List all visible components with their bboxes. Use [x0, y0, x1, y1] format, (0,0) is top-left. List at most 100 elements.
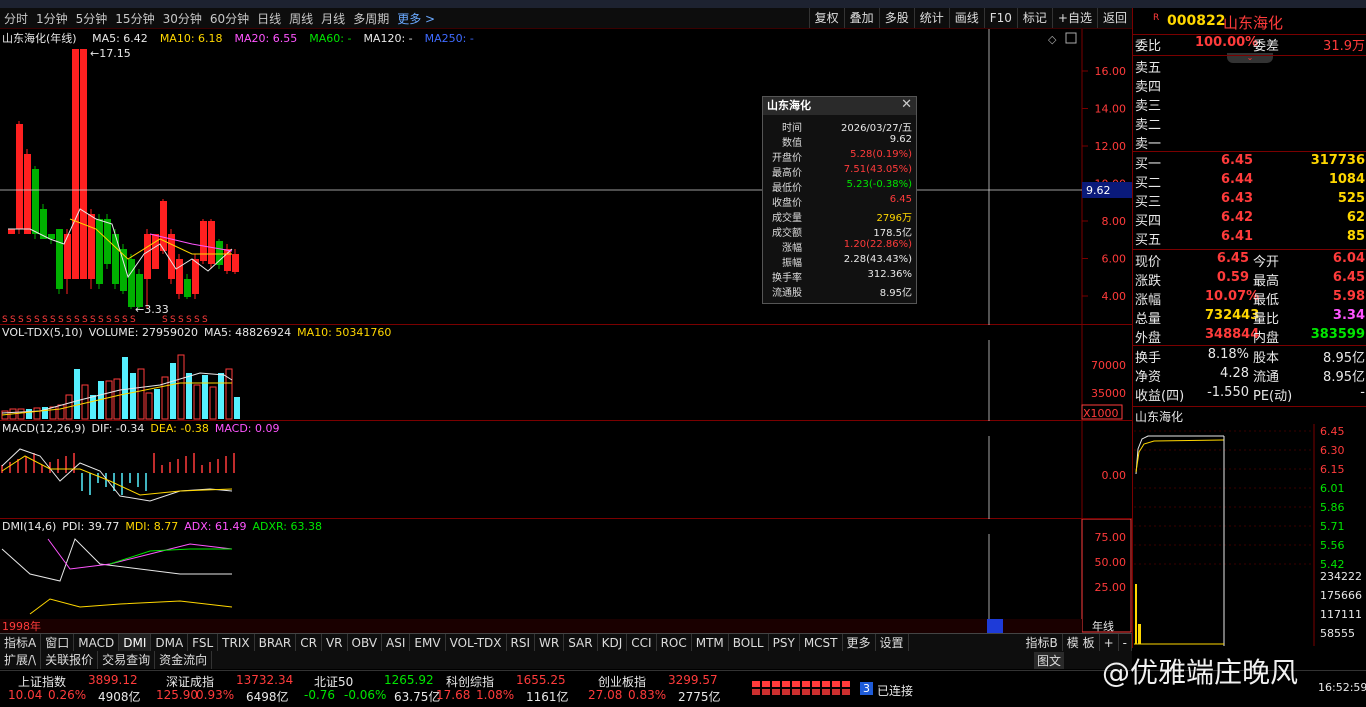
main-kline-panel[interactable]: 山东海化(年线) MA5: 6.42 MA10: 6.18 MA20: 6.55 MA… [0, 29, 1132, 325]
indicator-tab-19[interactable]: ROC [657, 634, 692, 652]
indicator-tab-4[interactable]: DMA [151, 634, 189, 652]
sub-tab-1[interactable]: 关联报价 [41, 651, 99, 669]
kline-chart[interactable]: 16.0014.0012.0010.008.006.004.00←17.15←3… [0, 29, 1132, 325]
volume-bar [137, 368, 145, 420]
fin-key: 股本 [1253, 351, 1280, 366]
indicator-tab-21[interactable]: BOLL [729, 634, 769, 652]
indicator-right-3[interactable]: - [1119, 634, 1132, 652]
period-label: 年线 [1092, 619, 1114, 633]
tooltip-key: 成交额 [772, 228, 802, 239]
period-tab-7[interactable]: 周线 [285, 10, 317, 27]
tool-button-7[interactable]: +自选 [1051, 8, 1097, 28]
period-tab-9[interactable]: 多周期 [349, 10, 393, 27]
mini-vol-tick: 234222 [1320, 570, 1362, 583]
indicator-tab-2[interactable]: MACD [74, 634, 120, 652]
tooltip-row: 换手率 312.36% [763, 269, 916, 284]
indicator-tab-14[interactable]: RSI [507, 634, 536, 652]
mini-vol-tick: 175666 [1320, 589, 1362, 602]
s-marker: S [42, 315, 48, 325]
indicator-right-2[interactable]: + [1100, 634, 1119, 652]
period-tab-0[interactable]: 分时 [0, 10, 32, 27]
graphic-tab[interactable]: 图文 [1034, 652, 1065, 669]
volume-bar [105, 380, 113, 420]
buy-row: 买三 6.43 525 [1135, 191, 1365, 210]
indicator-tab-23[interactable]: MCST [800, 634, 843, 652]
period-tab-2[interactable]: 5分钟 [72, 10, 112, 27]
indicator-tab-25[interactable]: 设置 [876, 634, 909, 652]
sub-tab-2[interactable]: 交易查询 [98, 651, 156, 669]
period-tab-5[interactable]: 60分钟 [206, 10, 253, 27]
period-tab-4[interactable]: 30分钟 [159, 10, 206, 27]
tool-button-0[interactable]: 复权 [808, 8, 844, 28]
indicator-tab-20[interactable]: MTM [692, 634, 729, 652]
indicator-tab-22[interactable]: PSY [769, 634, 800, 652]
indicator-tab-3[interactable]: DMI [119, 634, 152, 652]
candle-body [232, 254, 239, 272]
mini-avg-line [1135, 439, 1225, 473]
indicator-tab-5[interactable]: FSL [188, 634, 219, 652]
sell-row: 卖五 [1135, 57, 1365, 76]
tool-button-5[interactable]: F10 [983, 8, 1017, 28]
y-tick-label: 12.00 [1095, 140, 1127, 153]
volume-chart[interactable]: 70000 35000 X1000 [0, 325, 1132, 421]
volume-bar [90, 395, 96, 419]
sub-tab-0[interactable]: 扩展/\ [0, 651, 42, 669]
candle-body [144, 234, 151, 279]
more-periods-button[interactable]: 更多 > [393, 10, 439, 27]
indicator-tab-13[interactable]: VOL-TDX [446, 634, 507, 652]
sell-label: 卖三 [1135, 99, 1162, 114]
quote-row: 涨跌 0.59 最高 6.45 [1135, 270, 1365, 289]
tool-button-1[interactable]: 叠加 [843, 8, 879, 28]
indicator-tab-12[interactable]: EMV [410, 634, 446, 652]
indicator-tab-10[interactable]: OBV [348, 634, 383, 652]
indicator-tab-7[interactable]: BRAR [255, 634, 297, 652]
tool-button-8[interactable]: 返回 [1096, 8, 1132, 28]
stock-name: 山东海化 [1223, 14, 1284, 32]
tool-button-4[interactable]: 画线 [948, 8, 984, 28]
volume-bar [74, 369, 80, 419]
quote-value: 3.34 [1332, 308, 1365, 323]
sell-label: 卖四 [1135, 80, 1162, 95]
indicator-tab-11[interactable]: ASI [382, 634, 411, 652]
intraday-mini-chart[interactable]: 6.456.306.156.015.865.715.565.4223422217… [1134, 424, 1366, 646]
close-icon[interactable]: ✕ [901, 97, 912, 112]
tooltip-value: 8.95亿 [879, 288, 912, 299]
period-tab-3[interactable]: 15分钟 [111, 10, 158, 27]
timeline-start-label: 1998年 [2, 619, 41, 633]
indicator-tab-24[interactable]: 更多 [843, 634, 876, 652]
quote-panel: R 000822 山东海化 委比 100.00% 委差 31.9万 ⌄ 卖五 卖四… [1132, 8, 1366, 648]
dmi-chart[interactable]: 75.00 50.00 25.00 1998年 年线 [0, 519, 1132, 633]
connection-status[interactable]: 已连接 [877, 682, 913, 699]
tooltip-value: 9.62 [889, 134, 912, 145]
dmi-panel[interactable]: DMI(14,6) PDI: 39.77 MDI: 8.77 ADX: 61.49 AD… [0, 519, 1132, 633]
period-tab-1[interactable]: 1分钟 [32, 10, 72, 27]
volume-panel[interactable]: VOL-TDX(5,10) VOLUME: 27959020 MA5: 488269… [0, 325, 1132, 421]
tool-button-3[interactable]: 统计 [913, 8, 949, 28]
indicator-tab-15[interactable]: WR [535, 634, 565, 652]
sub-tab-3[interactable]: 资金流向 [155, 651, 213, 669]
tool-button-2[interactable]: 多股 [878, 8, 914, 28]
indicator-right-1[interactable]: 模 板 [1063, 634, 1100, 652]
indicator-tab-1[interactable]: 窗口 [41, 634, 75, 652]
indicator-tab-9[interactable]: VR [322, 634, 348, 652]
tooltip-key: 流通股 [772, 288, 802, 299]
indicator-tab-6[interactable]: TRIX [218, 634, 255, 652]
macd-chart[interactable]: 0.00 [0, 421, 1132, 519]
period-tab-8[interactable]: 月线 [317, 10, 349, 27]
candle-body [24, 154, 31, 234]
indicator-tab-0[interactable]: 指标A [0, 634, 42, 652]
indicator-tab-17[interactable]: KDJ [598, 634, 628, 652]
cursor-value-label: 9.62 [1086, 184, 1111, 197]
indicator-tab-18[interactable]: CCI [627, 634, 657, 652]
period-tab-6[interactable]: 日线 [253, 10, 285, 27]
high-price-label: ←17.15 [90, 47, 131, 60]
indicator-tab-8[interactable]: CR [296, 634, 322, 652]
macd-panel[interactable]: MACD(12,26,9) DIF: -0.34 DEA: -0.38 MACD: 0… [0, 421, 1132, 519]
indicator-tab-16[interactable]: SAR [564, 634, 598, 652]
indicator-right-0[interactable]: 指标B [1022, 634, 1063, 652]
sell-label: 卖一 [1135, 137, 1162, 152]
tool-button-6[interactable]: 标记 [1016, 8, 1052, 28]
tooltip-row: 成交量 2796万 [763, 209, 916, 224]
sub-tabbar: 扩展/\ 关联报价 交易查询 资金流向 [0, 651, 1132, 669]
fin-value: - [1360, 385, 1365, 400]
